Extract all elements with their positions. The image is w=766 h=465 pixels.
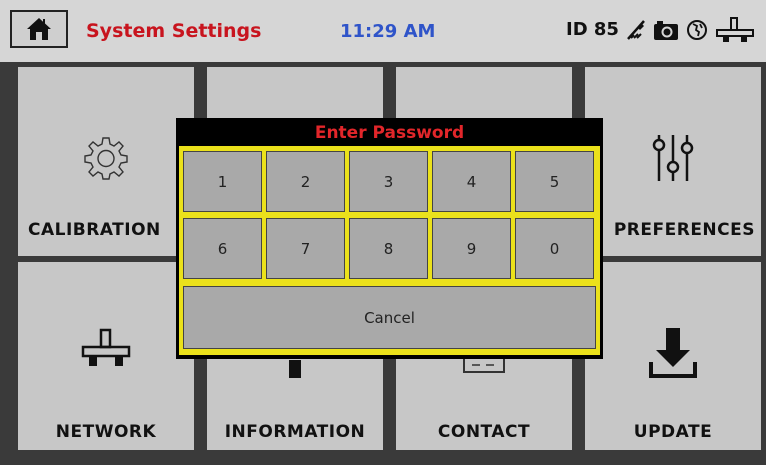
key-3[interactable]: 3: [349, 151, 428, 212]
info-icon: [289, 360, 301, 378]
tile-update[interactable]: UPDATE: [585, 262, 761, 450]
key-2[interactable]: 2: [266, 151, 345, 212]
contact-card-icon: [463, 358, 505, 373]
home-icon: [27, 18, 51, 40]
dialog-title: Enter Password: [314, 123, 465, 143]
key-7[interactable]: 7: [266, 218, 345, 279]
key-1[interactable]: 1: [183, 151, 262, 212]
key-8[interactable]: 8: [349, 218, 428, 279]
globe-icon: [687, 20, 707, 40]
key-4[interactable]: 4: [432, 151, 511, 212]
tile-label: CONTACT: [437, 422, 531, 442]
tile-label: UPDATE: [633, 422, 713, 442]
cancel-button[interactable]: Cancel: [183, 286, 596, 349]
tile-preferences[interactable]: PREFERENCES: [585, 67, 761, 256]
page-title: System Settings: [86, 20, 262, 42]
tile-label: CALIBRATION: [28, 220, 161, 240]
key-9[interactable]: 9: [432, 218, 511, 279]
tile-calibration[interactable]: CALIBRATION: [18, 67, 194, 256]
key-0[interactable]: 0: [515, 218, 594, 279]
usb-disconnected-icon: [627, 20, 645, 40]
status-bar: System Settings 11:29 AM ID 85: [0, 0, 766, 62]
device-id: ID 85: [566, 19, 619, 40]
sliders-icon: [652, 135, 694, 181]
password-dialog: Enter Password 1 2 3 4 5 6 7 8 9 0 Cance…: [176, 118, 603, 359]
key-5[interactable]: 5: [515, 151, 594, 212]
key-6[interactable]: 6: [183, 218, 262, 279]
download-icon: [649, 328, 697, 378]
gear-icon: [84, 137, 128, 180]
keypad: 1 2 3 4 5 6 7 8 9 0 Cancel: [179, 146, 600, 355]
tile-network[interactable]: NETWORK: [18, 262, 194, 450]
home-button[interactable]: [10, 10, 68, 48]
tile-label: INFORMATION: [224, 422, 366, 442]
network-icon: [716, 17, 754, 42]
clock: 11:29 AM: [340, 21, 436, 42]
network-icon: [81, 328, 131, 366]
tile-label: NETWORK: [55, 422, 157, 442]
tile-label: PREFERENCES: [613, 220, 755, 240]
camera-icon: [654, 21, 678, 40]
